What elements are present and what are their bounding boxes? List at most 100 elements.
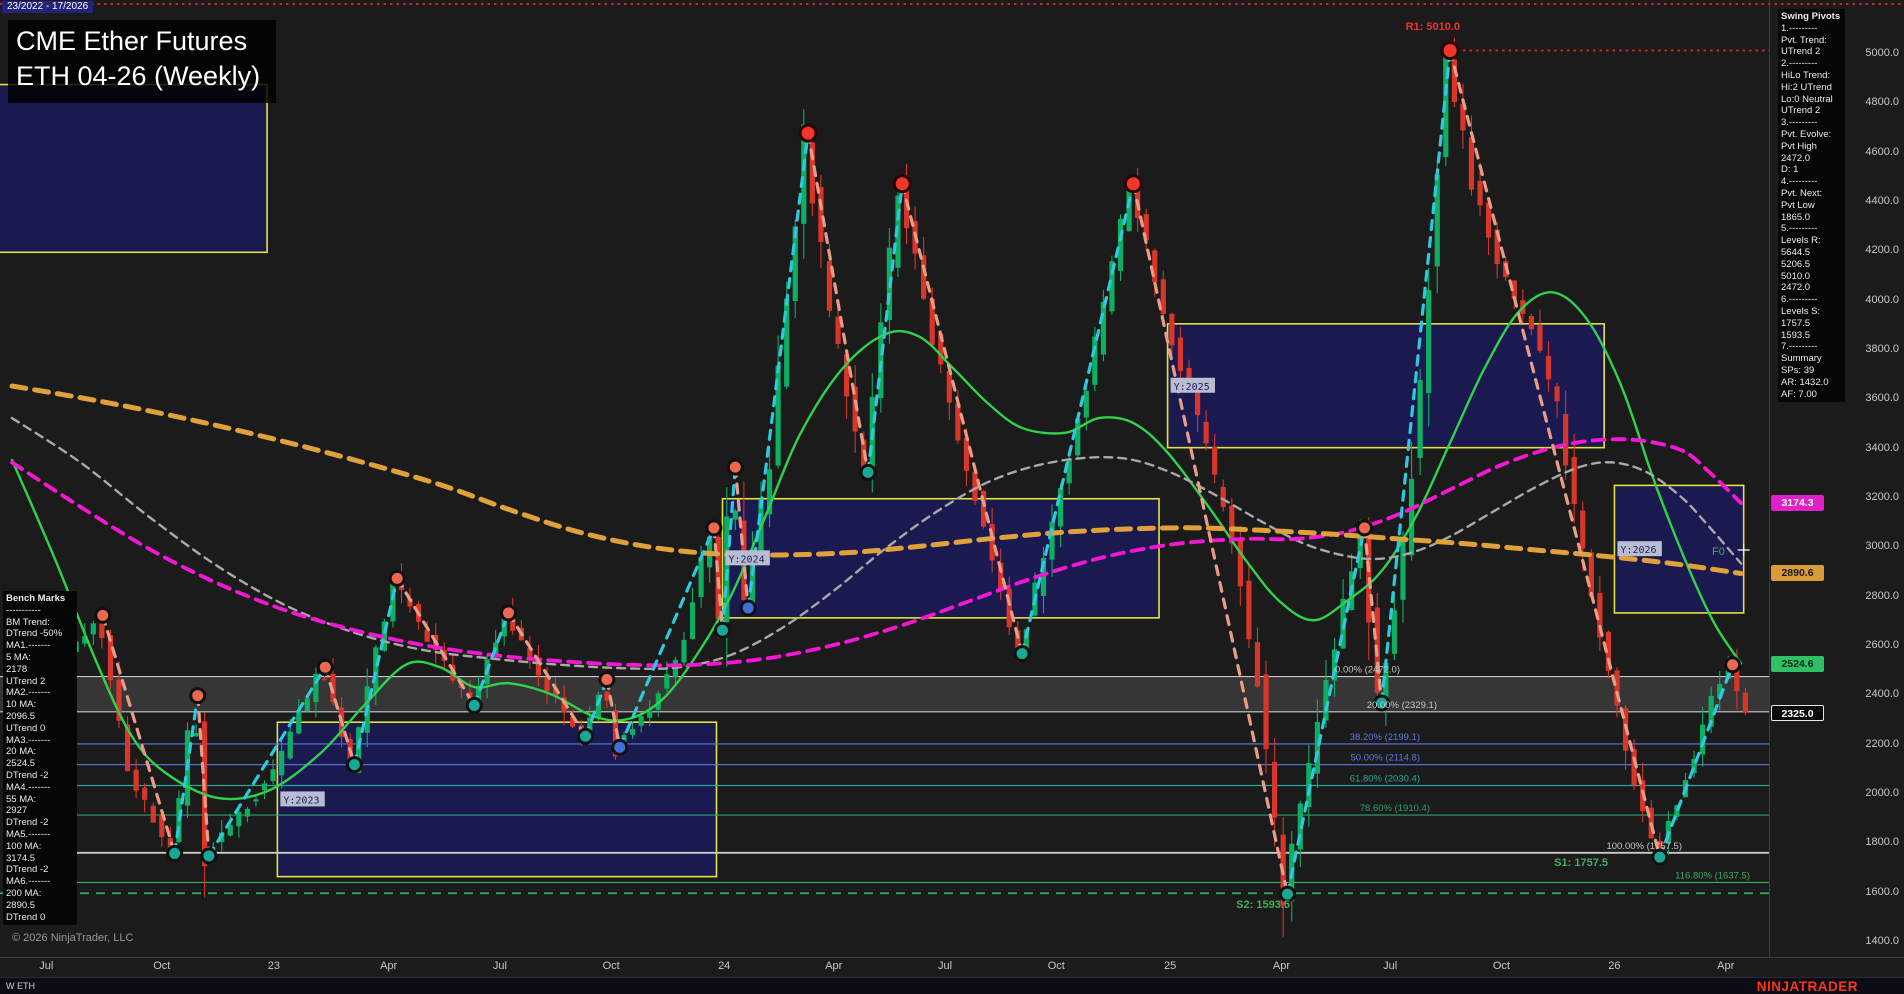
- year-label: Y:2025: [1174, 382, 1210, 393]
- pivot-low-dot: [861, 465, 875, 479]
- price-tick-label: 2400.0: [1865, 688, 1899, 700]
- time-axis-label: 23: [268, 960, 280, 972]
- bench-marks-line: UTrend 0: [6, 723, 74, 735]
- candle-body: [1246, 581, 1251, 639]
- candle-body: [1092, 337, 1097, 385]
- candle-body: [955, 404, 960, 441]
- time-axis-label: Jul: [39, 960, 53, 972]
- candle-body: [1426, 290, 1431, 393]
- candle-body: [1169, 314, 1174, 346]
- bench-marks-line: 2890.5: [6, 900, 74, 912]
- candle-body: [1212, 447, 1217, 475]
- fib-level-label: 78.60% (1910.4): [1360, 803, 1430, 814]
- fib-zone-band: [0, 677, 1769, 712]
- candle-body: [253, 799, 258, 801]
- pivot-low-dot: [579, 729, 593, 743]
- bench-marks-line: DTrend -50%: [6, 628, 74, 640]
- swing-leg-line: [508, 613, 585, 736]
- candle-body: [1255, 642, 1260, 686]
- candle-body: [288, 732, 293, 759]
- time-axis-label: Oct: [153, 960, 170, 972]
- status-bar: W ETH NINJATRADER: [0, 977, 1904, 994]
- price-tick-label: 3800.0: [1865, 343, 1899, 355]
- candle-body: [245, 809, 250, 817]
- price-axis[interactable]: 5000.04800.04600.04400.04200.04000.03800…: [1769, 0, 1904, 957]
- candle-body: [151, 806, 156, 823]
- support-resistance-label: S1: 1757.5: [1554, 857, 1608, 869]
- bench-marks-line: Bench Marks: [6, 593, 74, 605]
- pivot-high-dot: [1442, 43, 1458, 59]
- time-axis-label: Jul: [938, 960, 952, 972]
- candle-body: [1400, 541, 1405, 599]
- price-tick-label: 5000.0: [1865, 47, 1899, 59]
- bench-marks-line: 3174.5: [6, 853, 74, 865]
- candle-body: [964, 438, 969, 471]
- price-tick-label: 2000.0: [1865, 787, 1899, 799]
- candle-body: [1118, 219, 1123, 271]
- candle-body: [270, 769, 275, 781]
- pivot-high-dot: [800, 125, 816, 141]
- candle-body: [1537, 325, 1542, 351]
- year-label: Y:2023: [283, 795, 319, 806]
- candle-body: [142, 788, 147, 800]
- year-range-box: [0, 85, 267, 253]
- time-axis[interactable]: JulOct23AprJulOct24AprJulOct25AprJulOct2…: [0, 957, 1769, 977]
- candle-body: [1580, 511, 1585, 549]
- candle-body: [1238, 539, 1243, 587]
- candle-body: [296, 710, 301, 733]
- price-chart-canvas[interactable]: 0.00% (2472.0)20.00% (2329.1)38.20% (219…: [0, 0, 1904, 994]
- candle-body: [1178, 338, 1183, 372]
- price-tick-label: 2600.0: [1865, 639, 1899, 651]
- pivot-high-dot: [318, 660, 332, 674]
- swing-leg-line: [620, 528, 714, 748]
- bench-marks-line: 5 MA:: [6, 652, 74, 664]
- fib-level-label: 38.20% (2199.1): [1350, 732, 1420, 743]
- plot-area[interactable]: 0.00% (2472.0)20.00% (2329.1)38.20% (219…: [0, 21, 1769, 937]
- candle-body: [1418, 380, 1423, 458]
- candle-body: [733, 511, 738, 520]
- candle-body: [1546, 356, 1551, 379]
- time-axis-label: Apr: [380, 960, 397, 972]
- pivot-high-dot: [1726, 658, 1740, 672]
- candle-body: [262, 783, 267, 790]
- pivot-low-dot: [741, 601, 755, 615]
- candle-body: [1195, 389, 1200, 415]
- pivot-high-dot: [1357, 521, 1371, 535]
- pivot-low-dot: [168, 846, 182, 860]
- candle-body: [921, 255, 926, 299]
- candle-body: [947, 371, 952, 403]
- bench-marks-line: 100 MA:: [6, 841, 74, 853]
- candle-body: [681, 640, 686, 663]
- time-axis-label: Oct: [1493, 960, 1510, 972]
- price-tick-label: 3000.0: [1865, 540, 1899, 552]
- bench-marks-line: DTrend -2: [6, 817, 74, 829]
- pivot-low-dot: [347, 758, 361, 772]
- candle-body: [236, 812, 241, 826]
- candle-body: [1101, 302, 1106, 355]
- price-marker-tag: 3174.3: [1771, 495, 1824, 511]
- time-axis-label: Jul: [493, 960, 507, 972]
- instrument-tab[interactable]: W ETH: [6, 981, 35, 991]
- price-marker-tag: 2325.0: [1771, 705, 1824, 721]
- candle-body: [373, 647, 378, 692]
- time-axis-label: Apr: [825, 960, 842, 972]
- time-axis-label: Oct: [603, 960, 620, 972]
- pivot-high-dot: [96, 608, 110, 622]
- bench-marks-line: DTrend -2: [6, 770, 74, 782]
- pivot-high-dot: [390, 571, 404, 585]
- bench-marks-line: BM Trend:: [6, 617, 74, 629]
- bench-marks-line: 20 MA:: [6, 746, 74, 758]
- candle-body: [1563, 414, 1568, 465]
- time-axis-label: 25: [1164, 960, 1176, 972]
- chart-annotation-label: F0: [1712, 546, 1725, 558]
- support-resistance-label: R1: 5010.0: [1406, 21, 1460, 33]
- candle-body: [279, 751, 284, 776]
- candle-body: [1477, 181, 1482, 205]
- pivot-low-dot: [715, 623, 729, 637]
- fib-level-label: 100.00% (1757.5): [1606, 841, 1682, 852]
- price-tick-label: 1600.0: [1865, 886, 1899, 898]
- candle-body: [193, 733, 198, 736]
- pivot-high-dot: [707, 521, 721, 535]
- ninjatrader-logo: NINJATRADER: [1757, 979, 1858, 994]
- time-axis-label: Apr: [1273, 960, 1290, 972]
